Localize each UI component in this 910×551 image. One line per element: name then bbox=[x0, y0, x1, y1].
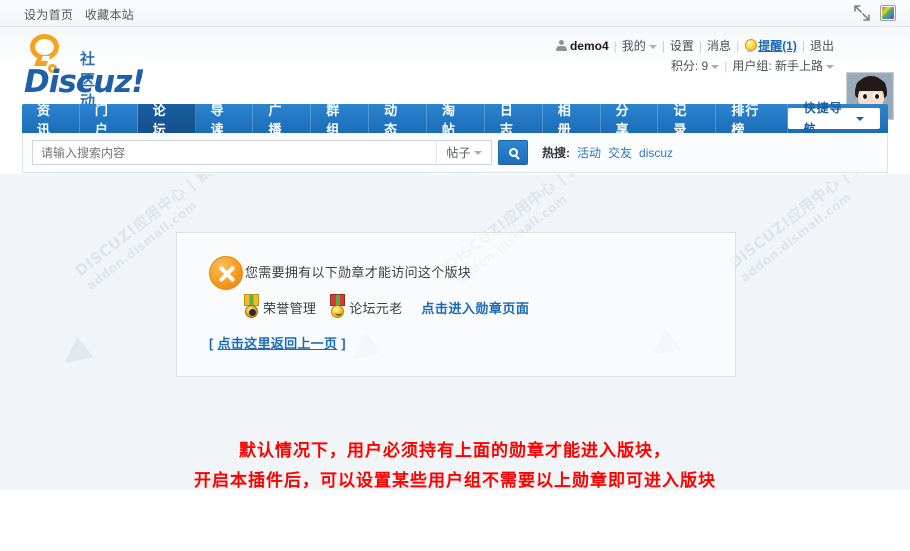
search-type-select[interactable]: 帖子 bbox=[436, 141, 491, 164]
nav-item-label: 广播 bbox=[268, 102, 283, 137]
settings-link[interactable]: 设置 bbox=[670, 39, 694, 53]
site-header: 社区动力 Discuz! demo4 | 我的 | 设置 | 消息 | 提醒(1) | 退出 积分:… bbox=[0, 28, 910, 131]
utility-toolbar: 设为首页 收藏本站 bbox=[0, 0, 910, 27]
search-button[interactable] bbox=[498, 140, 528, 165]
hot-term[interactable]: 交友 bbox=[608, 146, 632, 160]
bookmark-site-link[interactable]: 收藏本站 bbox=[85, 8, 134, 22]
bulb-icon bbox=[744, 39, 758, 52]
chevron-down-icon[interactable] bbox=[711, 64, 720, 69]
search-bar: 帖子 热搜: 活动交友 discuz bbox=[22, 133, 888, 173]
logout-link[interactable]: 退出 bbox=[810, 39, 834, 53]
alert-title: 您需要拥有以下勋章才能访问这个版块 bbox=[245, 265, 472, 280]
user-bar: demo4 | 我的 | 设置 | 消息 | 提醒(1) | 退出 积分: 9 | 用户组: 新手上路 bbox=[555, 36, 834, 76]
nav-item-label: 资讯 bbox=[37, 102, 52, 137]
chevron-down-icon bbox=[473, 150, 482, 155]
annotation-line-1: 默认情况下，用户必须持有上面的勋章才能进入版块， bbox=[239, 441, 671, 460]
hot-term[interactable]: 活动 bbox=[577, 146, 601, 160]
back-to-previous-page-link[interactable]: 点击这里返回上一页 bbox=[218, 336, 338, 351]
messages-link[interactable]: 消息 bbox=[707, 39, 731, 53]
nav-item-11[interactable]: 记录 bbox=[658, 103, 717, 137]
logo-wordmark: Discuz! bbox=[24, 64, 145, 100]
chevron-down-icon bbox=[856, 116, 864, 121]
back-link-wrap: [ 点击这里返回上一页 ] bbox=[209, 333, 346, 352]
hot-term[interactable]: discuz bbox=[639, 146, 673, 160]
expand-icon[interactable] bbox=[853, 4, 871, 22]
nav-item-label: 日志 bbox=[499, 102, 514, 137]
medal-label: 论坛元老 bbox=[349, 300, 403, 316]
chevron-down-icon[interactable] bbox=[826, 64, 834, 69]
bracket-close: ] bbox=[341, 336, 346, 351]
nav-item-5[interactable]: 群组 bbox=[311, 103, 370, 137]
search-box: 帖子 bbox=[32, 140, 492, 165]
nav-item-label: 记录 bbox=[673, 102, 688, 137]
nav-item-12[interactable]: 排行榜 bbox=[716, 103, 788, 137]
sep: | bbox=[736, 39, 740, 53]
search-icon bbox=[508, 148, 518, 157]
quick-navigation-button[interactable]: 快捷导航 bbox=[787, 101, 880, 136]
nav-item-label: 排行榜 bbox=[731, 102, 760, 137]
nav-item-9[interactable]: 相册 bbox=[543, 103, 601, 137]
nav-item-label: 分享 bbox=[615, 102, 630, 137]
required-medals: 荣誉管理 论坛元老 点击进入勋章页面 bbox=[243, 294, 529, 320]
watermark-line2: addon.dismall.com bbox=[737, 189, 854, 285]
medal-label: 荣誉管理 bbox=[263, 300, 317, 316]
bracket-open: [ bbox=[209, 336, 214, 351]
user-icon bbox=[555, 40, 567, 51]
nav-item-6[interactable]: 动态 bbox=[369, 103, 428, 137]
sep: | bbox=[613, 39, 617, 53]
hot-search-label: 热搜: bbox=[542, 146, 570, 160]
nav-item-2[interactable]: 论坛 bbox=[137, 103, 196, 137]
nav-item-1[interactable]: 门户 bbox=[80, 103, 138, 137]
main-navigation: 资讯 门户 论坛 导读 广播 群组 动态 淘帖 日志 相册 分享 记录 排行榜 快捷导航 bbox=[22, 101, 888, 137]
nav-item-8[interactable]: 日志 bbox=[485, 103, 543, 137]
sep: | bbox=[801, 39, 805, 53]
page-root: 设为首页 收藏本站 社区动力 Discuz! demo4 | 我的 | 设置 | 消息 | 提醒… bbox=[0, 0, 910, 551]
nav-item-label: 导读 bbox=[210, 102, 225, 137]
nav-item-label: 群组 bbox=[326, 102, 341, 137]
nav-item-label: 淘帖 bbox=[442, 102, 457, 137]
annotation-note: 默认情况下，用户必须持有上面的勋章才能进入版块， 开启本插件后，可以设置某些用户… bbox=[0, 436, 910, 496]
nav-item-10[interactable]: 分享 bbox=[601, 103, 659, 137]
color-swatch-icon[interactable] bbox=[880, 5, 896, 21]
username-link[interactable]: demo4 bbox=[570, 39, 609, 53]
nav-item-0[interactable]: 资讯 bbox=[22, 103, 80, 137]
medal-icon bbox=[329, 294, 346, 320]
usergroup-link[interactable]: 用户组: 新手上路 bbox=[732, 59, 823, 73]
permission-alert-box: 您需要拥有以下勋章才能访问这个版块 荣誉管理 论坛元老 点击进入勋章页面 [ 点… bbox=[176, 232, 736, 377]
utility-links: 设为首页 收藏本站 bbox=[24, 6, 134, 23]
my-menu-link[interactable]: 我的 bbox=[622, 39, 646, 53]
nav-item-label: 门户 bbox=[94, 102, 109, 137]
nav-item-4[interactable]: 广播 bbox=[253, 103, 312, 137]
nav-item-3[interactable]: 导读 bbox=[196, 103, 254, 137]
nav-item-label: 论坛 bbox=[152, 102, 167, 137]
sep: | bbox=[698, 39, 703, 53]
chevron-down-icon[interactable] bbox=[648, 44, 657, 49]
watermark-line1: DISCUZ!应用中心 | 贰道 bbox=[725, 174, 882, 273]
nav-item-label: 动态 bbox=[384, 102, 399, 137]
set-homepage-link[interactable]: 设为首页 bbox=[24, 8, 73, 22]
credits-link[interactable]: 积分: 9 bbox=[671, 59, 708, 73]
site-logo[interactable]: 社区动力 Discuz! bbox=[24, 34, 145, 131]
medal-icon bbox=[243, 294, 260, 320]
sep: | bbox=[661, 39, 665, 53]
error-cross-icon bbox=[209, 256, 243, 290]
sep: | bbox=[724, 59, 728, 73]
medal-page-link[interactable]: 点击进入勋章页面 bbox=[421, 298, 529, 317]
nav-item-label: 相册 bbox=[557, 102, 572, 137]
utility-icons bbox=[853, 4, 896, 22]
annotation-line-2: 开启本插件后，可以设置某些用户组不需要以上勋章即可进入版块 bbox=[194, 471, 716, 490]
nav-item-7[interactable]: 淘帖 bbox=[427, 103, 485, 137]
hot-search: 热搜: 活动 交友 discuz bbox=[542, 144, 673, 161]
alerts-link[interactable]: 提醒(1) bbox=[758, 39, 797, 53]
search-input[interactable] bbox=[33, 141, 436, 164]
